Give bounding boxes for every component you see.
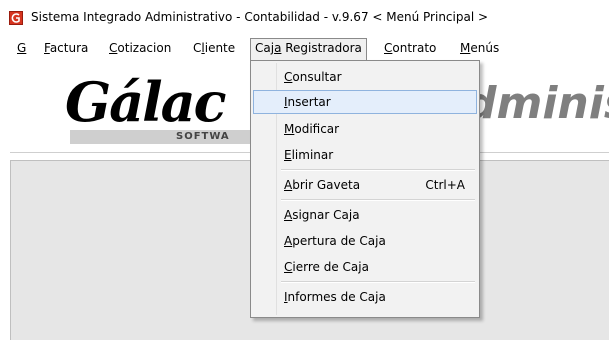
menu-menus[interactable]: Menús	[455, 39, 504, 57]
menu-item-consultar[interactable]: Consultar	[253, 65, 477, 89]
menu-item-insertar[interactable]: Insertar	[253, 90, 477, 114]
menu-separator	[281, 281, 475, 283]
logo-administrativo-text: dminis	[465, 78, 609, 129]
menu-item-asignar-caja[interactable]: Asignar Caja	[253, 203, 477, 227]
menu-bar: G Factura Cotizacion Cliente Caja Regist…	[0, 36, 609, 60]
menu-contrato[interactable]: Contrato	[379, 39, 441, 57]
menu-item-modificar[interactable]: Modificar	[253, 117, 477, 141]
logo-software-bar: SOFTWA	[70, 130, 260, 144]
window-title: Sistema Integrado Administrativo - Conta…	[31, 10, 489, 24]
menu-caja-registradora[interactable]: Caja Registradora	[250, 38, 367, 60]
menu-separator	[281, 199, 475, 201]
shortcut-label: Ctrl+A	[425, 178, 465, 192]
menu-item-abrir-gaveta[interactable]: Abrir Gaveta Ctrl+A	[253, 173, 477, 197]
app-logo-icon[interactable]	[9, 11, 23, 25]
menu-cotizacion[interactable]: Cotizacion	[104, 39, 176, 57]
menu-g[interactable]: G	[12, 39, 31, 57]
menu-item-eliminar[interactable]: Eliminar	[253, 143, 477, 167]
menu-factura[interactable]: Factura	[39, 39, 93, 57]
menu-item-apertura-de-caja[interactable]: Apertura de Caja	[253, 229, 477, 253]
caja-registradora-dropdown: Consultar Insertar Modificar Eliminar Ab…	[250, 60, 480, 318]
title-bar: Sistema Integrado Administrativo - Conta…	[0, 0, 609, 36]
menu-cliente[interactable]: Cliente	[188, 39, 240, 57]
menu-item-informes-de-caja[interactable]: Informes de Caja	[253, 285, 477, 309]
galac-logo: Gálac	[65, 70, 226, 134]
menu-item-cierre-de-caja[interactable]: Cierre de Caja	[253, 255, 477, 279]
menu-separator	[281, 169, 475, 171]
